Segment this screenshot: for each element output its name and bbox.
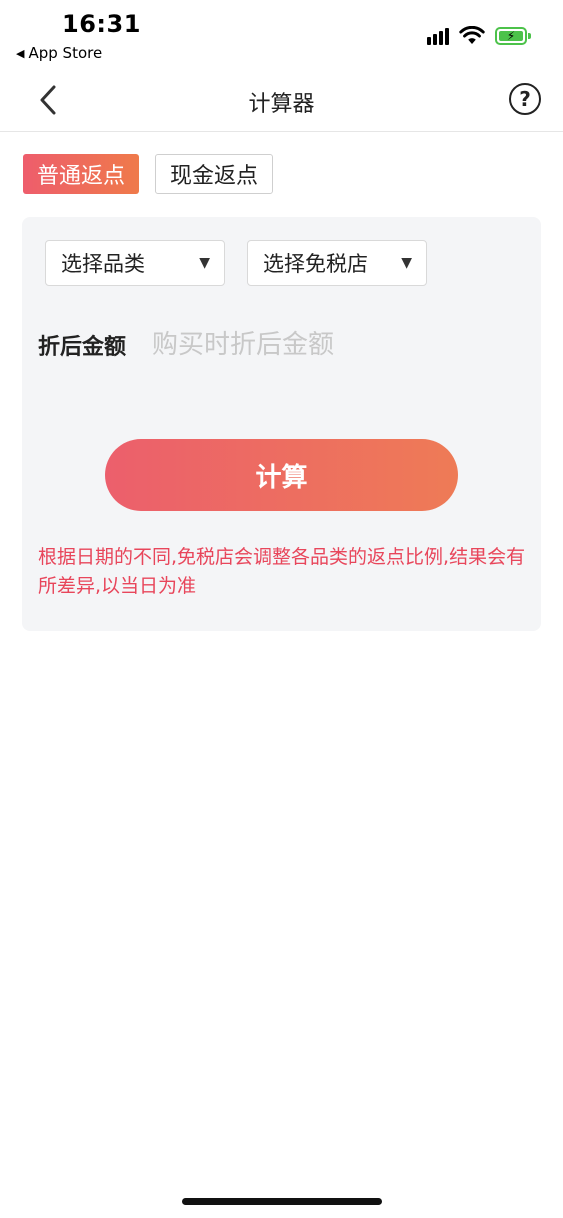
select-row: 选择品类 ▼ 选择免税店 ▼ [45,240,427,286]
amount-input[interactable] [152,330,473,360]
rebate-tabs: 普通返点 现金返点 [23,154,274,194]
amount-row: 折后金额 [38,329,473,361]
caret-down-icon: ▼ [401,255,412,271]
category-select-value: 选择品类 [61,252,145,276]
home-indicator[interactable] [182,1198,382,1205]
store-select-value: 选择免税店 [263,252,368,276]
amount-label: 折后金额 [38,335,127,360]
question-circle-icon[interactable]: ? [509,83,541,115]
calculate-button[interactable]: 计算 [105,439,458,511]
back-to-app-store[interactable]: ◀ App Store [16,44,102,62]
category-select[interactable]: 选择品类 ▼ [45,240,225,286]
battery-charging-icon: ⚡ [495,26,531,45]
nav-bar: 计算器 ? [0,70,563,132]
rebate-note: 根据日期的不同,免税店会调整各品类的返点比例,结果会有所差异,以当日为准 [38,546,526,597]
caret-down-icon: ▼ [199,255,210,271]
calculator-card: 选择品类 ▼ 选择免税店 ▼ 折后金额 计算 根据日期的不同,免税店会调整各品类… [22,217,541,631]
status-time: 16:31 [62,10,141,38]
status-bar: 16:31 ◀ App Store ⚡ [0,0,563,70]
tab-cash-rebate[interactable]: 现金返点 [155,154,274,194]
cellular-signal-icon [427,27,449,45]
back-app-label: App Store [28,44,103,62]
duty-free-store-select[interactable]: 选择免税店 ▼ [247,240,427,286]
tab-regular-rebate[interactable]: 普通返点 [23,154,140,194]
status-icons: ⚡ [427,26,531,45]
wifi-icon [459,26,485,44]
page-title: 计算器 [248,92,315,117]
calculator-screen: 16:31 ◀ App Store ⚡ 计算器 ? 普通返点 现金返点 选择品类… [0,0,563,1218]
back-triangle-icon: ◀ [16,46,25,60]
